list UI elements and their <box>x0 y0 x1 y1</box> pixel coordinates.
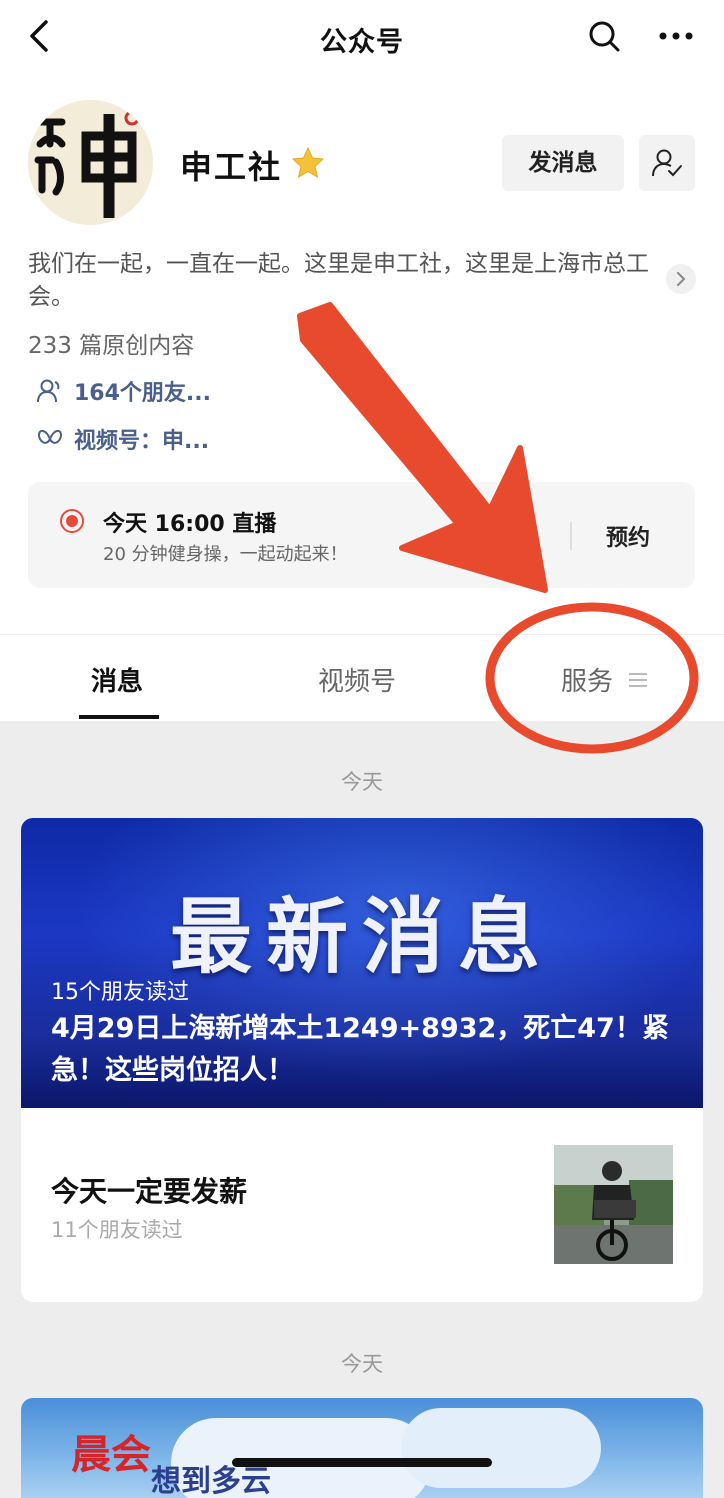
channels-text: 视频号：申... <box>74 429 210 454</box>
send-message-button[interactable]: 发消息 <box>502 135 624 191</box>
friends-following-text: 164个朋友... <box>74 381 211 406</box>
more-icon[interactable] <box>656 24 696 48</box>
tab-messages[interactable]: 消息 <box>91 661 143 698</box>
banner-headline: 最新消息 <box>169 890 554 985</box>
verified-star-icon <box>291 146 325 179</box>
menu-icon <box>629 673 647 687</box>
chevron-right-icon <box>677 272 686 286</box>
home-indicator <box>232 1458 492 1467</box>
friends-following[interactable]: 164个朋友... <box>36 374 211 408</box>
sub-article-title[interactable]: 今天一定要发薪 <box>51 1170 247 1210</box>
account-description: 我们在一起，一直在一起。这里是申工社，这里是上海市总工会。 <box>28 251 649 310</box>
live-notice-card[interactable]: 今天 16:00 直播 20 分钟健身操，一起动起来！ 预约 <box>28 482 695 588</box>
divider <box>570 522 572 550</box>
search-icon[interactable] <box>586 18 622 54</box>
banner-article-title: 4月29日上海新增本土1249+8932，死亡47！紧急！这些岗位招人！ <box>51 1013 669 1086</box>
reserve-button[interactable]: 预约 <box>606 520 650 552</box>
original-count: 233 篇原创内容 <box>28 333 195 359</box>
banner-friends-read: 15个朋友读过 <box>51 980 189 1005</box>
user-check-icon <box>652 149 682 177</box>
date-separator: 今天 <box>341 770 383 794</box>
live-icon <box>60 509 84 533</box>
article-card[interactable]: 最新消息 15个朋友读过 4月29日上海新增本土1249+8932，死亡47！紧… <box>21 818 703 1302</box>
friends-icon <box>37 379 60 403</box>
live-subtitle: 20 分钟健身操，一起动起来！ <box>103 544 348 565</box>
date-separator-2: 今天 <box>341 1352 383 1376</box>
nav-bar: 公众号 <box>0 0 724 76</box>
account-name: 申工社 <box>180 148 283 186</box>
seal-logo-icon <box>28 100 153 225</box>
sub-article-friends-read: 11个朋友读过 <box>51 1218 183 1242</box>
followed-button[interactable] <box>639 135 695 191</box>
profile-header: 公众号 申工社 发消息 我们在一起，一直在一起。这里是申工社，这里是上海市总工会… <box>0 0 724 721</box>
article-banner[interactable]: 最新消息 15个朋友读过 4月29日上海新增本土1249+8932，死亡47！紧… <box>21 818 703 1108</box>
cloud-shape-2 <box>401 1408 601 1488</box>
account-avatar[interactable] <box>28 100 153 225</box>
card2-red-text: 晨会 <box>71 1432 151 1478</box>
tab-services[interactable]: 服务 <box>561 661 613 698</box>
cyclist-photo-icon <box>554 1145 673 1264</box>
channels-butterfly-icon <box>37 429 63 444</box>
description-expand[interactable] <box>666 264 696 294</box>
tab-channels[interactable]: 视频号 <box>318 661 396 698</box>
tab-bar: 消息 视频号 服务 <box>0 634 724 721</box>
article-card-2[interactable]: 晨会 想到多云 <box>21 1398 703 1498</box>
article-thumbnail[interactable] <box>554 1145 673 1264</box>
active-tab-indicator <box>79 715 159 719</box>
live-title: 今天 16:00 直播 <box>103 512 277 537</box>
channels-link[interactable]: 视频号：申... <box>36 422 209 456</box>
